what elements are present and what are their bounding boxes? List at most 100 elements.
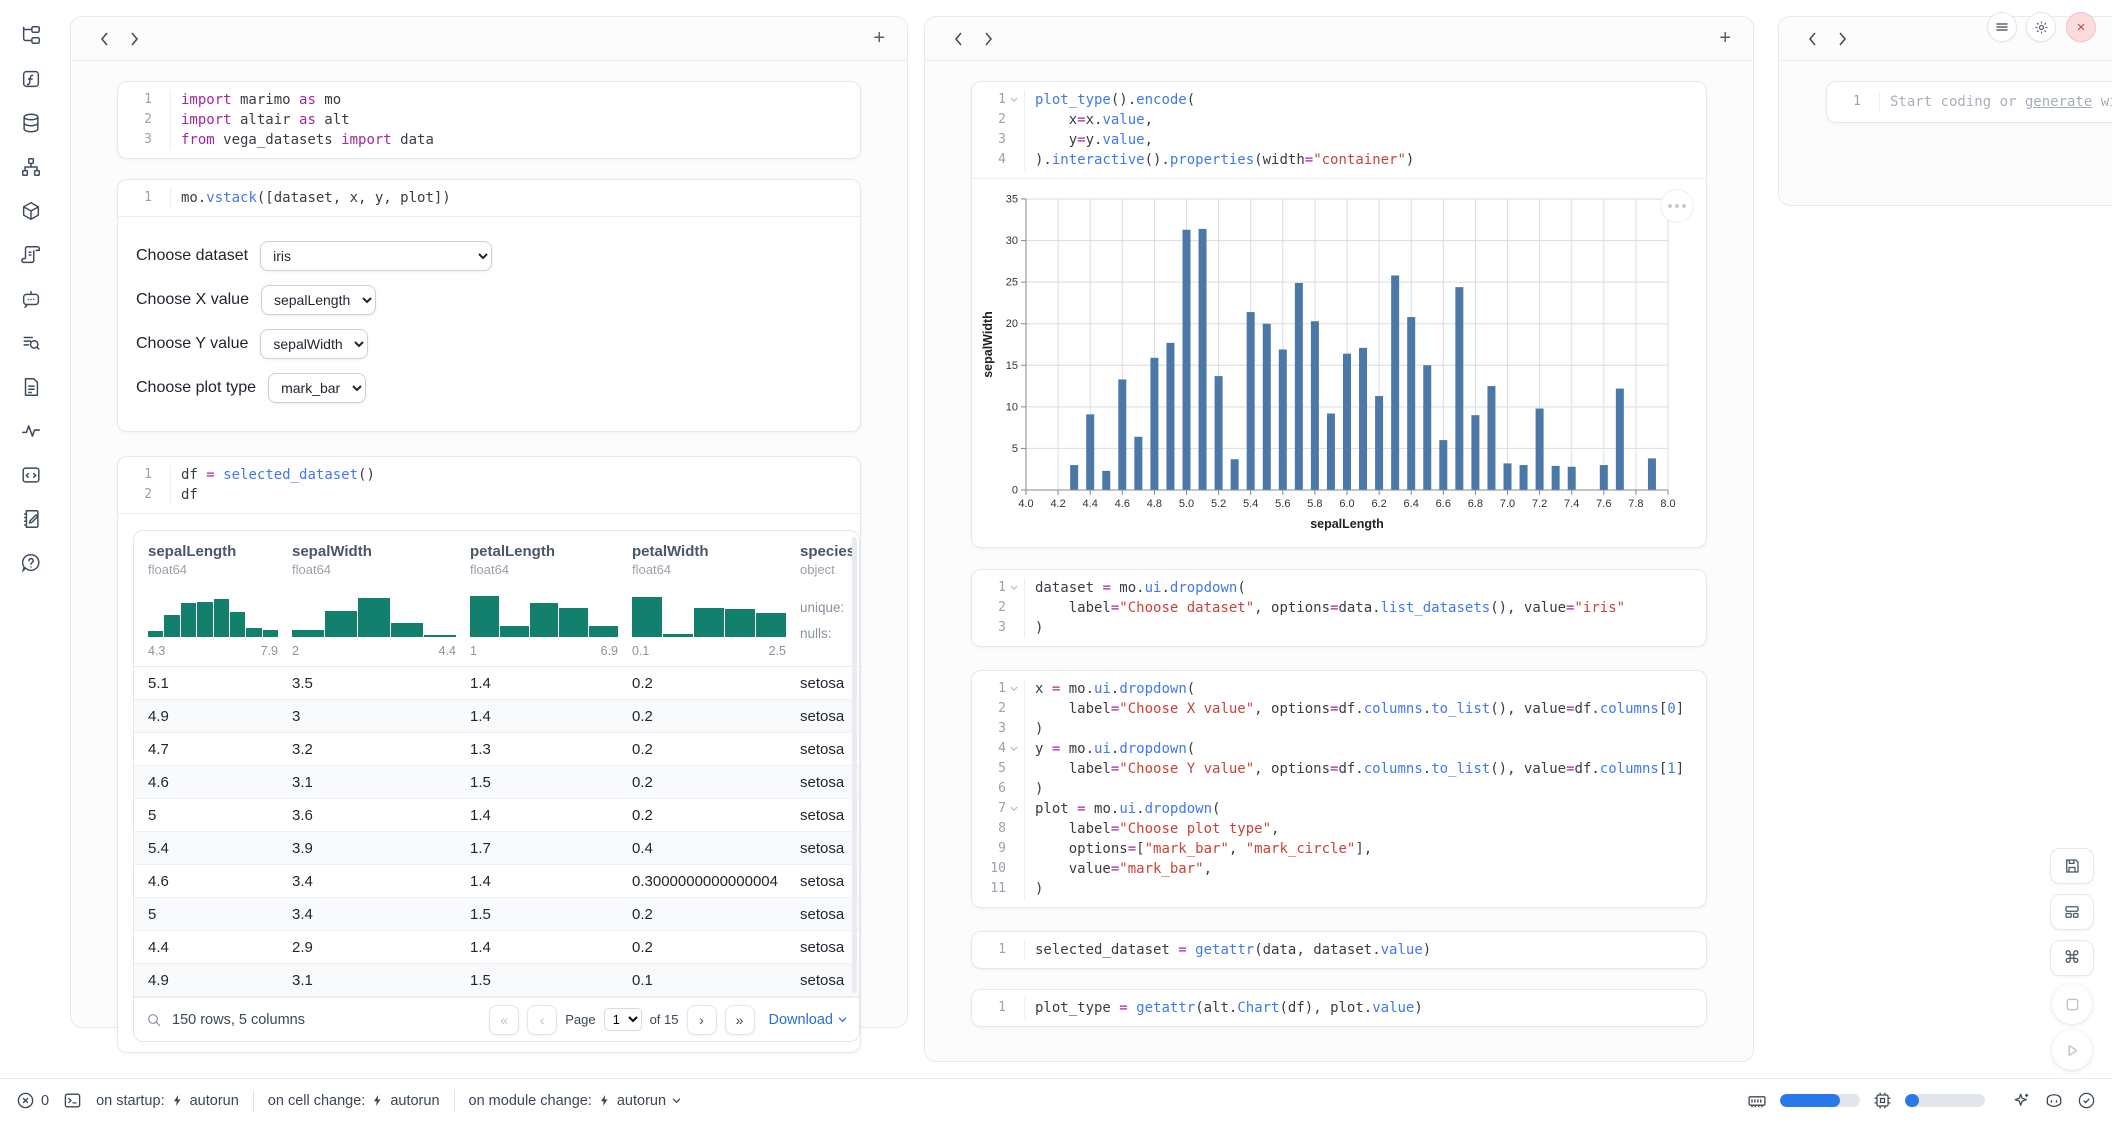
divider [454,1090,455,1112]
prev-page-button[interactable]: ‹ [527,1005,557,1035]
scratchpad-panel-button[interactable] [16,504,46,534]
layout-toggle-button[interactable] [2050,894,2094,930]
download-button[interactable]: Download [769,1012,848,1028]
fold-icon[interactable] [1006,578,1021,598]
notebook-menu-button[interactable] [1987,12,2017,42]
table-row[interactable]: 5.13.51.40.2setosa [134,667,859,700]
tracing-panel-button[interactable] [16,416,46,446]
table-row[interactable]: 4.42.91.40.2setosa [134,931,859,964]
selected-dataset-cell[interactable]: 1selected_dataset = getattr(data, datase… [971,931,1707,969]
bar [1327,414,1335,490]
documentation-panel-button[interactable] [16,372,46,402]
table-scrollbar[interactable] [852,537,857,993]
table-row[interactable]: 4.73.21.30.2setosa [134,733,859,766]
connection-status-button[interactable] [2077,1091,2096,1110]
stop-icon [2065,997,2080,1012]
table-row[interactable]: 4.63.41.40.3000000000000004setosa [134,865,859,898]
dependencies-panel-button[interactable] [16,152,46,182]
fold-icon [1006,859,1021,879]
table-row[interactable]: 53.41.50.2setosa [134,898,859,931]
column-header-petalWidth[interactable]: petalWidthfloat640.12.5 [632,531,800,666]
empty-code-cell[interactable]: 1Start coding or generate with [1826,81,2112,123]
dataset-dropdown-cell[interactable]: 1dataset = mo.ui.dropdown(2 label="Choos… [971,569,1707,647]
choose-dataset-select[interactable]: iris [260,241,492,271]
first-page-button[interactable]: « [489,1005,519,1035]
column-left-button[interactable] [1797,26,1827,52]
fold-icon[interactable] [1006,799,1021,819]
column-header-petalLength[interactable]: petalLengthfloat6416.9 [470,531,632,666]
last-page-button[interactable]: » [725,1005,755,1035]
code-line: 3) [978,719,1696,739]
ai-assist-button[interactable] [2012,1091,2031,1110]
column-right-button[interactable] [1827,26,1857,52]
file-explorer-panel-button[interactable] [16,20,46,50]
settings-button[interactable] [2026,12,2056,42]
autorun-config-0[interactable]: on startup: autorun [96,1093,239,1109]
snippets-icon [20,464,42,486]
svg-text:8.0: 8.0 [1660,498,1675,510]
fold-icon[interactable] [1006,679,1021,699]
outline-panel-button[interactable] [16,240,46,270]
column-header-sepalLength[interactable]: sepalLengthfloat644.37.9 [134,531,292,666]
table-row[interactable]: 4.931.40.2setosa [134,700,859,733]
terminal-button[interactable] [63,1091,82,1110]
table-row[interactable]: 5.43.91.70.4setosa [134,832,859,865]
error-count[interactable]: 0 [16,1091,49,1110]
table-row[interactable]: 4.63.11.50.2setosa [134,766,859,799]
column-header-sepalWidth[interactable]: sepalWidthfloat6424.4 [292,531,470,666]
ai-chat-panel-button[interactable] [16,284,46,314]
help-panel-button[interactable] [16,548,46,578]
table-row[interactable]: 53.61.40.2setosa [134,799,859,832]
memory-usage [1747,1091,1767,1111]
code-line: 4).interactive().properties(width="conta… [978,150,1696,170]
fold-icon [1006,130,1021,150]
chart-actions-button[interactable] [1660,189,1694,223]
fold-icon [152,188,167,208]
error-count-value: 0 [41,1093,49,1109]
bar [1423,365,1431,490]
chart-cell[interactable]: 1plot_type().encode(2 x=x.value,3 y=y.va… [971,81,1707,548]
column-left-button[interactable] [943,26,973,52]
column-right-button[interactable] [119,26,149,52]
add-column-button[interactable]: + [869,27,889,50]
choose-y-value-select[interactable]: sepalWidth [260,329,368,359]
functions-panel-button[interactable] [16,64,46,94]
shutdown-button[interactable]: × [2066,12,2096,42]
choose-plot-type-select[interactable]: mark_bar [268,373,366,403]
search-icon[interactable] [146,1012,162,1028]
command-palette-button[interactable]: ⌘ [2050,940,2094,976]
logs-panel-button[interactable] [16,328,46,358]
imports-cell[interactable]: 1import marimo as mo2import altair as al… [117,81,861,159]
page-select[interactable]: 1 [604,1008,642,1031]
column-left-button[interactable] [89,26,119,52]
play-icon [2065,1043,2080,1058]
stop-button[interactable] [2052,984,2092,1024]
xy-plot-dropdown-cell[interactable]: 1x = mo.ui.dropdown(2 label="Choose X va… [971,670,1707,908]
column-header-species[interactable]: speciesobjectunique:nulls: [800,531,860,666]
bar-chart[interactable]: 051015202530354.04.24.44.64.85.05.25.45.… [972,179,1706,547]
packages-panel-button[interactable] [16,196,46,226]
column-right-button[interactable] [973,26,1003,52]
next-page-button[interactable]: › [687,1005,717,1035]
save-button[interactable] [2050,848,2094,884]
bar [1439,440,1447,490]
run-button[interactable] [2052,1030,2092,1070]
add-column-button[interactable]: + [1715,27,1735,50]
datasources-panel-button[interactable] [16,108,46,138]
fold-icon[interactable] [1006,739,1021,759]
bar [1086,414,1094,490]
svg-text:7.6: 7.6 [1596,498,1611,510]
autorun-config-2[interactable]: on module change: autorun [469,1093,682,1109]
copilot-status-button[interactable] [2044,1091,2064,1111]
dataframe-cell[interactable]: 1df = selected_dataset()2df sepalLengthf… [117,456,861,1053]
vstack-cell[interactable]: 1mo.vstack([dataset, x, y, plot]) Choose… [117,179,861,432]
fold-icon[interactable] [1006,90,1021,110]
dropdown-row: Choose Y valuesepalWidth [136,329,844,359]
autorun-config-1[interactable]: on cell change: autorun [268,1093,440,1109]
snippets-panel-button[interactable] [16,460,46,490]
line-number: 7 [978,799,1006,819]
choose-x-value-select[interactable]: sepalLength [261,285,376,315]
table-row[interactable]: 4.93.11.50.1setosa [134,964,859,997]
chevron-left-icon [100,32,109,46]
plot-type-cell[interactable]: 1plot_type = getattr(alt.Chart(df), plot… [971,989,1707,1027]
